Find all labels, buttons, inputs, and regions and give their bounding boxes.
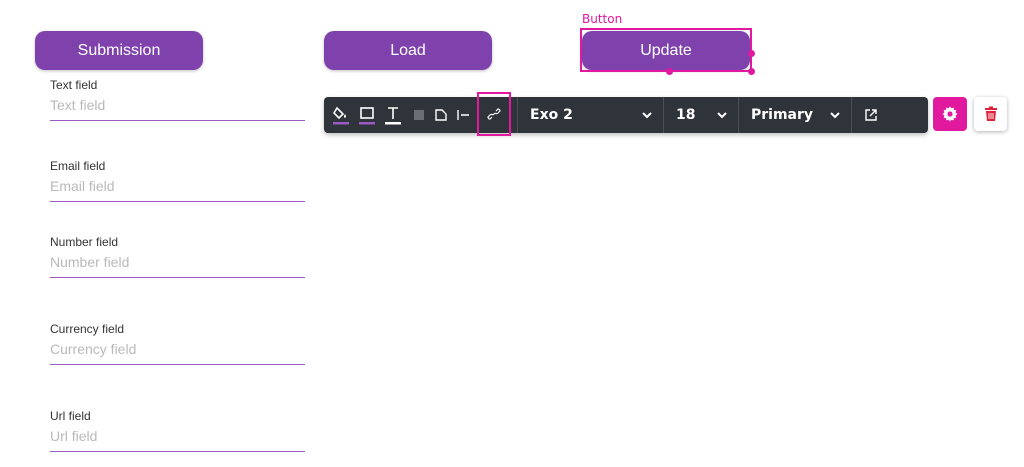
resize-handle-corner[interactable] xyxy=(748,68,755,75)
number-field-input[interactable]: Number field xyxy=(50,249,305,278)
fill-color-icon[interactable] xyxy=(330,97,352,133)
gear-icon xyxy=(942,106,958,122)
selection-outline xyxy=(580,28,752,72)
submission-button[interactable]: Submission xyxy=(35,31,203,70)
email-field-label: Email field xyxy=(50,159,106,173)
text-field-group: Text field Text field xyxy=(50,78,305,121)
text-field-label: Text field xyxy=(50,78,98,92)
url-field-label: Url field xyxy=(50,409,91,423)
currency-field-label: Currency field xyxy=(50,322,125,336)
link-icon[interactable] xyxy=(477,92,511,136)
email-field-group: Email field Email field xyxy=(50,159,305,202)
currency-field-input[interactable]: Currency field xyxy=(50,336,305,365)
text-color-icon[interactable] xyxy=(382,97,404,133)
load-button[interactable]: Load xyxy=(324,31,492,70)
url-field-input[interactable]: Url field xyxy=(50,423,305,452)
chevron-down-icon xyxy=(717,112,727,119)
text-field-input[interactable]: Text field xyxy=(50,92,305,121)
chevron-down-icon xyxy=(830,112,840,119)
settings-button[interactable] xyxy=(933,97,967,131)
align-left-icon[interactable] xyxy=(452,97,474,133)
font-family-value: Exo 2 xyxy=(530,107,573,123)
element-toolbar: Exo 2 18 Primary xyxy=(324,92,928,136)
border-color-icon[interactable] xyxy=(356,97,378,133)
email-field-input[interactable]: Email field xyxy=(50,173,305,202)
corner-icon[interactable] xyxy=(430,97,452,133)
resize-handle-bottom[interactable] xyxy=(666,68,673,75)
style-value: Primary xyxy=(751,107,814,123)
currency-field-group: Currency field Currency field xyxy=(50,322,305,365)
shadow-icon[interactable] xyxy=(408,97,430,133)
font-size-dropdown[interactable]: 18 xyxy=(664,97,738,133)
font-family-dropdown[interactable]: Exo 2 xyxy=(518,97,663,133)
style-dropdown[interactable]: Primary xyxy=(739,97,851,133)
resize-handle-right[interactable] xyxy=(748,50,755,57)
number-field-group: Number field Number field xyxy=(50,235,305,278)
external-link-icon[interactable] xyxy=(852,97,890,133)
url-field-group: Url field Url field xyxy=(50,409,305,452)
trash-icon xyxy=(984,106,997,121)
chevron-down-icon xyxy=(642,112,652,119)
delete-button[interactable] xyxy=(974,97,1007,131)
font-size-value: 18 xyxy=(676,107,696,123)
number-field-label: Number field xyxy=(50,235,119,249)
selection-label: Button xyxy=(582,12,623,26)
